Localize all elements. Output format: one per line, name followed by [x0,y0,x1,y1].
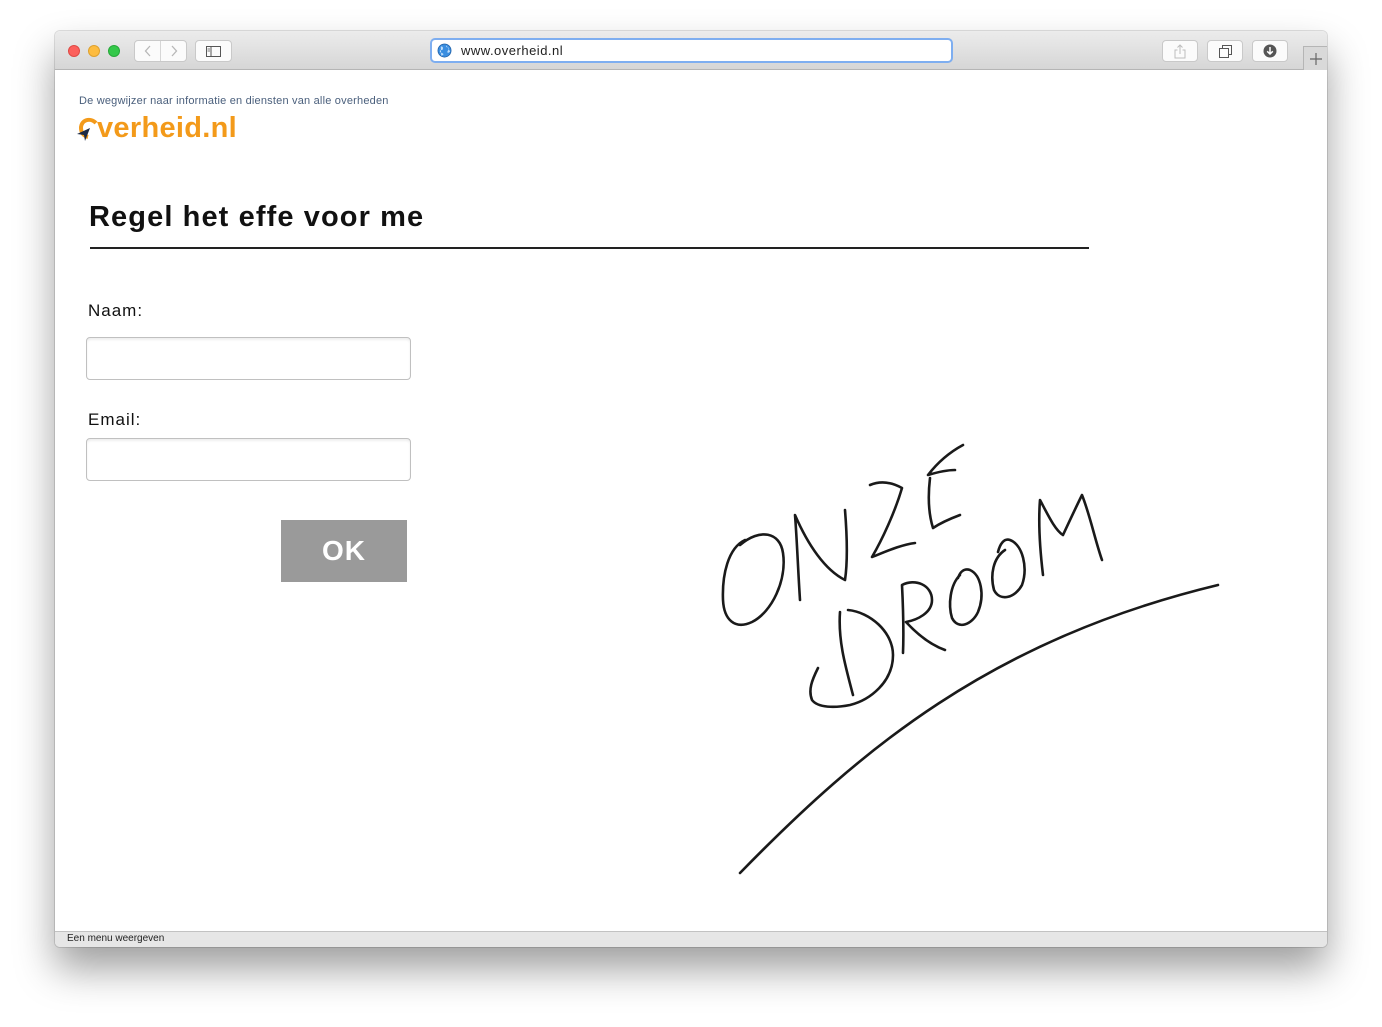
email-label: Email: [88,410,142,429]
back-arrow-icon [144,45,151,57]
minimize-window-button[interactable] [88,45,100,57]
forward-arrow-icon [171,45,178,57]
download-icon [1263,44,1277,58]
name-input[interactable] [86,337,411,380]
share-icon [1174,43,1186,58]
tabs-icon [1218,44,1232,58]
status-bar: Een menu weergeven [55,931,1327,947]
forward-button[interactable] [160,41,186,61]
close-window-button[interactable] [68,45,80,57]
logo-arrow-icon [77,117,98,141]
sidebar-toggle-button[interactable] [195,40,232,62]
new-tab-button[interactable] [1303,46,1327,70]
title-divider [90,247,1089,249]
zoom-window-button[interactable] [108,45,120,57]
form-title: Regel het effe voor me [89,201,425,233]
site-tagline: De wegwijzer naar informatie en diensten… [79,95,389,107]
browser-toolbar: www.overheid.nl [55,31,1327,70]
back-button[interactable] [135,41,160,61]
browser-window: www.overheid.nl De wegwijzer naar inform… [55,31,1327,947]
ok-button[interactable]: OK [281,520,407,582]
globe-icon [437,43,452,58]
url-text: www.overheid.nl [461,43,564,58]
logo-text: verheid.nl [97,111,237,144]
site-logo[interactable]: verheid.nl [76,111,237,145]
name-label: Naam: [88,301,144,320]
share-button[interactable] [1162,40,1198,62]
history-navigation [134,40,187,62]
plus-icon [1309,52,1322,65]
email-input[interactable] [86,438,411,481]
sidebar-icon [206,45,221,57]
downloads-button[interactable] [1252,40,1288,62]
address-bar[interactable]: www.overheid.nl [430,38,953,63]
status-text: Een menu weergeven [67,933,165,944]
page-content: De wegwijzer naar informatie en diensten… [55,71,1327,931]
tab-overview-button[interactable] [1207,40,1243,62]
